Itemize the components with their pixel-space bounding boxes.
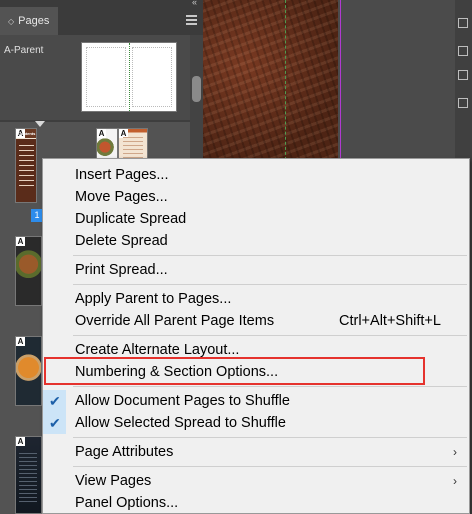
bleed-guide	[340, 0, 341, 160]
menu-separator	[73, 466, 467, 467]
menu-item-insert-pages[interactable]: Insert Pages...	[43, 164, 469, 186]
check-background: ✔	[43, 390, 66, 412]
toolbar-tool-icon[interactable]	[458, 46, 468, 56]
menu-item-delete-spread[interactable]: Delete Spread	[43, 230, 469, 252]
submenu-arrow-icon: ›	[453, 445, 457, 459]
menu-item-view-pages[interactable]: View Pages ›	[43, 470, 469, 492]
tab-pages[interactable]: ◇ Pages	[0, 7, 58, 35]
menu-item-page-attributes[interactable]: Page Attributes ›	[43, 441, 469, 463]
menu-item-allow-document-shuffle[interactable]: ✔ Allow Document Pages to Shuffle	[43, 390, 469, 412]
parent-spread-thumbnail[interactable]	[81, 42, 177, 112]
toolbar-tool-icon[interactable]	[458, 18, 468, 28]
section-start-marker-icon	[35, 121, 45, 127]
panel-scrollbar-thumb[interactable]	[192, 76, 201, 102]
menu-separator	[73, 386, 467, 387]
menu-item-override-parent-items[interactable]: Override All Parent Page Items Ctrl+Alt+…	[43, 310, 469, 332]
menu-item-allow-spread-shuffle[interactable]: ✔ Allow Selected Spread to Shuffle	[43, 412, 469, 434]
toolbar-tool-icon[interactable]	[458, 98, 468, 108]
parent-indicator: A	[16, 437, 25, 446]
highlight-annotation-box	[44, 357, 425, 385]
parent-divider[interactable]	[0, 120, 190, 122]
parent-indicator: A	[16, 237, 25, 246]
parent-indicator: A	[97, 129, 106, 138]
menu-separator	[73, 284, 467, 285]
menu-shortcut: Ctrl+Alt+Shift+L	[339, 313, 441, 329]
menu-item-duplicate-spread[interactable]: Duplicate Spread	[43, 208, 469, 230]
parent-indicator: A	[16, 337, 25, 346]
menu-item-move-pages[interactable]: Move Pages...	[43, 186, 469, 208]
page-thumbnail-4[interactable]: A	[15, 236, 42, 306]
check-background: ✔	[43, 412, 66, 434]
menu-separator	[73, 335, 467, 336]
menu-item-apply-parent[interactable]: Apply Parent to Pages...	[43, 288, 469, 310]
menu-separator	[73, 255, 467, 256]
pages-panel-context-menu: Insert Pages... Move Pages... Duplicate …	[42, 158, 470, 514]
margin-guide	[285, 0, 286, 160]
parent-page-label[interactable]: A-Parent	[4, 45, 43, 56]
panel-collapse-strip[interactable]: «	[0, 0, 203, 7]
page-thumbnail-6[interactable]: A	[15, 436, 42, 514]
checkmark-icon: ✔	[49, 393, 61, 409]
toolbar-tool-icon[interactable]	[458, 70, 468, 80]
tab-expand-icon: ◇	[8, 17, 15, 26]
document-page-wood-texture[interactable]	[203, 0, 338, 160]
contents-thumb-title: Contents	[18, 131, 36, 136]
menu-item-panel-options[interactable]: Panel Options...	[43, 492, 469, 514]
panel-header: ◇ Pages	[0, 7, 203, 35]
panel-menu-icon[interactable]	[186, 15, 197, 25]
panel-collapse-icon[interactable]: «	[192, 0, 197, 7]
parent-pages-section: A-Parent	[0, 35, 190, 120]
menu-item-print-spread[interactable]: Print Spread...	[43, 259, 469, 281]
page-thumbnail-5[interactable]: A	[15, 336, 42, 406]
checkmark-icon: ✔	[49, 415, 61, 431]
submenu-arrow-icon: ›	[453, 474, 457, 488]
page-thumbnail-1[interactable]: A Contents	[15, 128, 37, 203]
menu-separator	[73, 437, 467, 438]
tab-pages-label: Pages	[18, 15, 50, 27]
